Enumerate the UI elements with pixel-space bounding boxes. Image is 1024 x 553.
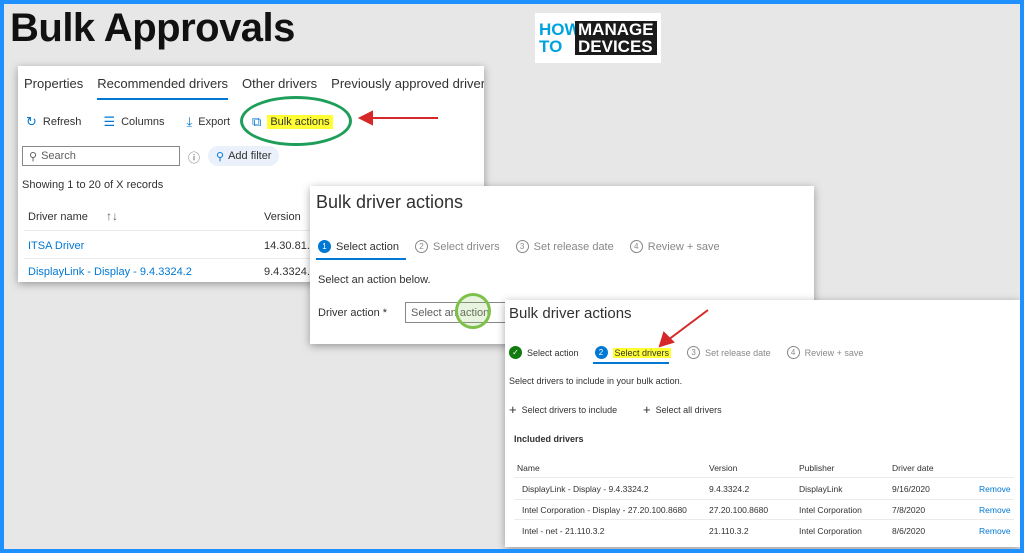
logo-right-text: MANAGE DEVICES <box>575 21 657 55</box>
records-count: Showing 1 to 20 of X records <box>22 179 164 191</box>
panel-title: Bulk driver actions <box>316 192 464 212</box>
row-driver-date: 7/8/2020 <box>892 505 926 515</box>
panel-title: Bulk driver actions <box>509 305 632 322</box>
plus-icon: + <box>643 402 651 417</box>
sort-icon[interactable]: ↑↓ <box>106 209 118 223</box>
instruction-text: Select an action below. <box>318 274 431 286</box>
row-driver-date: 8/6/2020 <box>892 526 926 536</box>
column-header-version[interactable]: Version <box>264 211 301 223</box>
driver-row-link[interactable]: DisplayLink - Display - 9.4.3324.2 <box>28 266 192 278</box>
table-divider <box>514 519 1014 520</box>
columns-button[interactable]: ☰ Columns <box>103 114 164 130</box>
row-driver-date: 9/16/2020 <box>892 484 930 494</box>
row-version: 9.4.3324.2 <box>709 484 750 494</box>
step-number: 4 <box>629 240 643 253</box>
step-number: 4 <box>786 346 800 359</box>
wizard-steps: ✓ Select action 2 Select drivers 3 Set r… <box>509 346 879 359</box>
tab-recommended-drivers[interactable]: Recommended drivers <box>97 76 229 100</box>
wizard-steps: 1 Select action 2 Select drivers 3 Set r… <box>318 240 736 253</box>
export-button[interactable]: ⤓ Export <box>187 114 231 130</box>
instruction-text: Select drivers to include in your bulk a… <box>509 376 683 386</box>
row-publisher: Intel Corporation <box>799 505 862 515</box>
remove-link[interactable]: Remove <box>979 505 1011 515</box>
row-publisher: Intel Corporation <box>799 526 862 536</box>
column-header-name: Name <box>517 463 540 473</box>
dropdown-highlight-circle <box>455 293 491 329</box>
step-set-release-date[interactable]: 3 Set release date <box>515 240 614 253</box>
table-divider <box>514 477 1014 478</box>
step-select-drivers[interactable]: 2 Select drivers <box>414 240 500 253</box>
step-number: 3 <box>687 346 701 359</box>
bulk-actions-highlight-ellipse <box>240 96 352 146</box>
step-number: 2 <box>414 240 428 253</box>
column-header-publisher: Publisher <box>799 463 835 473</box>
step-select-drivers[interactable]: 2 Select drivers <box>594 346 672 359</box>
remove-link[interactable]: Remove <box>979 526 1011 536</box>
step-select-action[interactable]: ✓ Select action <box>509 346 579 359</box>
step-review-save[interactable]: 4 Review + save <box>629 240 720 253</box>
step-number: 2 <box>594 346 608 359</box>
row-name: DisplayLink - Display - 9.4.3324.2 <box>522 484 649 494</box>
add-filter-button[interactable]: ⚲ Add filter <box>208 146 280 166</box>
refresh-icon: ↻ <box>26 114 37 129</box>
driver-row-link[interactable]: ITSA Driver <box>28 240 84 252</box>
page-title: Bulk Approvals <box>10 6 295 50</box>
table-divider <box>514 499 1014 500</box>
row-version: 27.20.100.8680 <box>709 505 769 515</box>
select-drivers-to-include-button[interactable]: + Select drivers to include <box>509 402 617 417</box>
tab-bar: Properties Recommended drivers Other dri… <box>24 76 484 100</box>
download-icon: ⤓ <box>186 114 193 129</box>
column-header-driver-name[interactable]: Driver name <box>28 211 88 223</box>
row-version: 21.110.3.2 <box>709 526 749 536</box>
how-to-manage-devices-logo: HOW TO MANAGE DEVICES <box>535 13 661 63</box>
step-number: 1 <box>318 240 331 253</box>
logo-left-text: HOW TO <box>539 20 581 56</box>
included-drivers-heading: Included drivers <box>514 434 584 444</box>
bulk-driver-actions-step2-panel: Bulk driver actions ✓ Select action 2 Se… <box>505 300 1020 547</box>
step-set-release-date[interactable]: 3 Set release date <box>687 346 771 359</box>
driver-row-version: 14.30.81.5 <box>264 240 316 252</box>
columns-icon: ☰ <box>103 114 116 129</box>
row-name: Intel - net - 21.110.3.2 <box>522 526 605 536</box>
check-icon: ✓ <box>509 346 522 359</box>
driver-action-label: Driver action * <box>318 307 388 319</box>
refresh-button[interactable]: ↻ Refresh <box>26 114 81 130</box>
row-publisher: DisplayLink <box>799 484 843 494</box>
tab-previously-approved-drivers[interactable]: Previously approved drivers <box>331 76 484 100</box>
remove-link[interactable]: Remove <box>979 484 1011 494</box>
active-step-indicator <box>316 258 406 260</box>
tab-properties[interactable]: Properties <box>24 76 83 100</box>
active-step-indicator <box>593 362 669 364</box>
search-icon: ⚲ <box>29 150 38 163</box>
column-header-version: Version <box>709 463 738 473</box>
row-name: Intel Corporation - Display - 27.20.100.… <box>522 505 687 515</box>
step-number: 3 <box>515 240 529 253</box>
column-header-driver-date: Driver date <box>892 463 934 473</box>
step-review-save[interactable]: 4 Review + save <box>786 346 863 359</box>
filter-icon: ⚲ <box>216 150 225 163</box>
search-input[interactable]: ⚲ Search <box>22 146 180 166</box>
step-select-action[interactable]: 1 Select action <box>318 240 399 253</box>
info-icon[interactable]: ⓘ <box>188 149 200 166</box>
select-all-drivers-button[interactable]: + Select all drivers <box>643 402 722 417</box>
plus-icon: + <box>509 402 517 417</box>
driver-row-version: 9.4.3324.2 <box>264 266 316 278</box>
